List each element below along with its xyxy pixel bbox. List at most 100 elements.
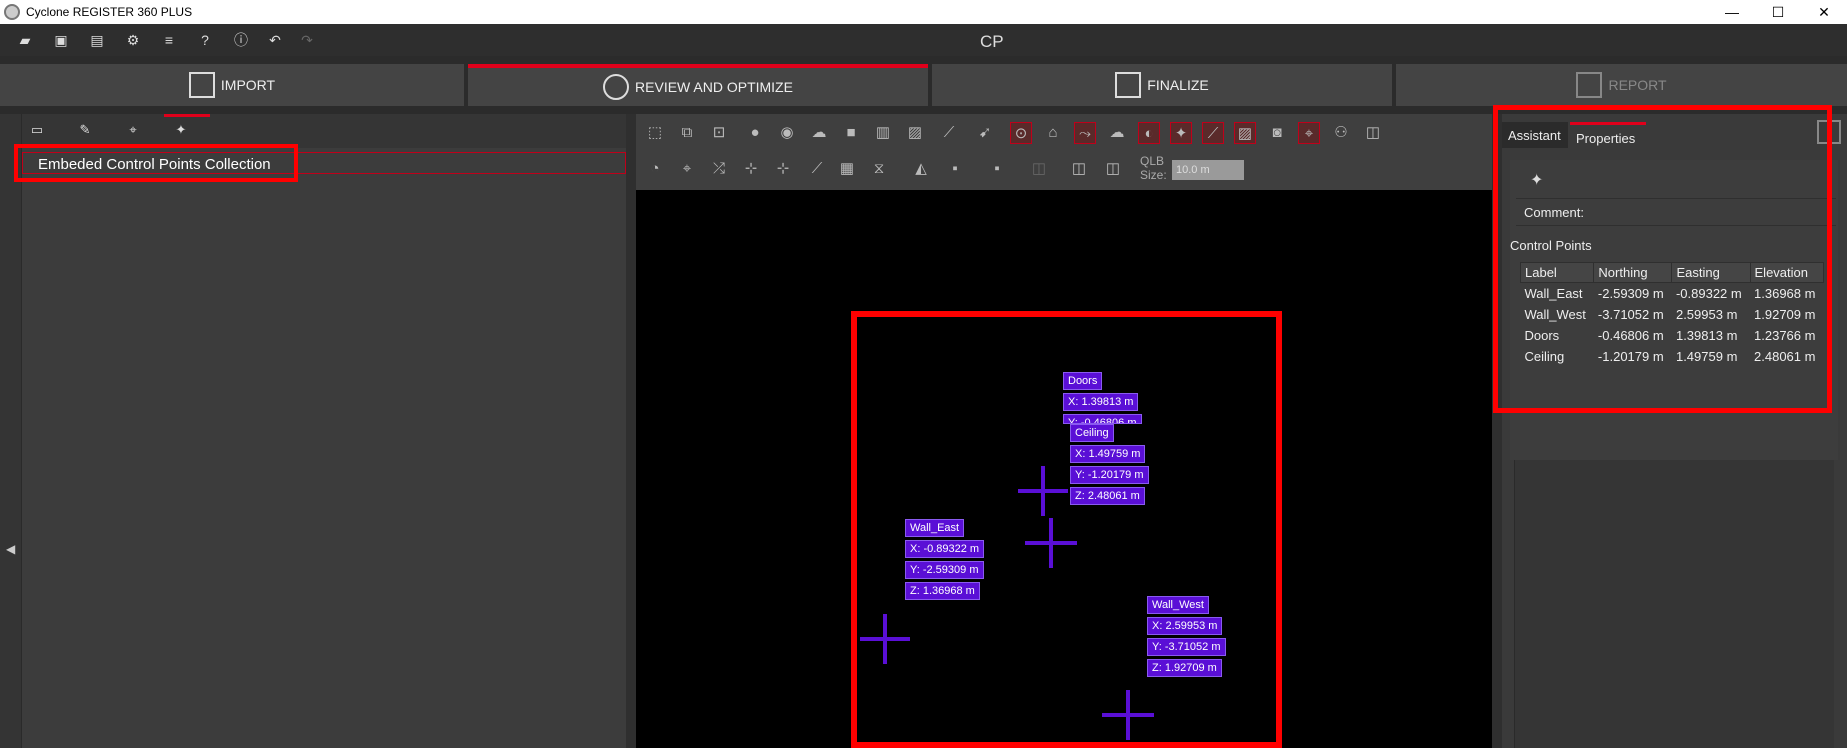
tag-wall-east-label: Wall_East [905,519,965,537]
axis-add-2-icon[interactable]: ⊹ [772,158,794,180]
tag-icon[interactable]: ⌂ [1042,122,1064,144]
settings-gear-icon[interactable]: ⚙ [124,32,142,48]
highlight-box-properties [1493,105,1832,413]
link-icon[interactable]: ⤳ [1074,122,1096,144]
pin-icon[interactable]: ⌖ [1298,122,1320,144]
people-icon[interactable]: ⚇ [1330,122,1352,144]
step-report[interactable]: REPORT [1396,64,1847,106]
properties-lower-area [1514,414,1834,748]
cloud-outline-icon[interactable]: ☁ [1106,122,1128,144]
step-finalize[interactable]: FINALIZE [932,64,1392,106]
measure-icon[interactable]: ⟋ [938,122,960,144]
tag-ceiling-z: Z: 2.48061 m [1070,487,1145,505]
info-icon[interactable]: ⓘ [232,32,250,48]
minimize-button[interactable]: — [1709,0,1755,24]
half-circle-icon[interactable]: ◐ [1138,122,1160,144]
tag-wall-west-x: X: 2.59953 m [1147,617,1223,635]
tab-explorer-icon[interactable]: ▭ [28,122,46,140]
tab-location-icon[interactable]: ⌖ [124,122,142,140]
left-panel: ◀ ▭ ✎ ⌖ ✦ Embeded Control Points Collect… [0,114,632,748]
cube-eye-icon[interactable]: ◫ [1068,158,1090,180]
help-icon[interactable]: ? [196,32,214,48]
picture-icon[interactable]: ▨ [1234,122,1256,144]
cube-disabled-icon[interactable]: ◫ [1028,158,1050,180]
box-dropdown-icon[interactable]: ▪ [944,158,966,180]
database-icon[interactable]: ≡ [160,32,178,48]
line-icon[interactable]: ⟋ [806,158,828,180]
step-review-label: REVIEW AND OPTIMIZE [635,79,793,95]
cube-m-icon[interactable]: ◫ [1102,158,1124,180]
window-title: Cyclone REGISTER 360 PLUS [26,5,193,19]
import-icon [188,72,215,98]
undo-icon[interactable]: ↶ [266,32,284,48]
snap-icon[interactable]: ⧖ [868,158,890,180]
gallery-icon[interactable]: ▦ [836,158,858,180]
open-folder-icon[interactable]: ▰ [16,32,34,48]
open-project-icon[interactable]: ▣ [52,32,70,48]
finalize-icon [1115,72,1142,98]
tag-wall-east-y: Y: -2.59309 m [905,561,984,579]
step-import-label: IMPORT [220,77,276,93]
cube-icon[interactable]: ◫ [1362,122,1384,144]
control-point-marker-wall-west[interactable] [1102,690,1154,740]
tag-doors-label: Doors [1063,372,1103,390]
camera-icon[interactable]: ◙ [1266,122,1288,144]
left-gutter: ◀ [0,114,22,748]
left-tabs: ▭ ✎ ⌖ ✦ [22,114,632,148]
fit-view-icon[interactable]: ⧉ [676,122,698,144]
step-report-label: REPORT [1608,77,1667,93]
document-title: CP [980,32,1004,51]
tag-wall-west-y: Y: -3.71052 m [1147,638,1226,656]
panorama-icon[interactable]: ▥ [872,122,894,144]
highlight-box-collection [14,144,298,182]
control-point-marker-wall-east[interactable] [860,614,910,664]
step-finalize-label: FINALIZE [1147,77,1209,93]
color-mode-icon[interactable]: ● [744,122,766,144]
panel-splitter[interactable] [626,114,636,748]
plane-icon[interactable]: ◭ [910,158,932,180]
image-icon[interactable]: ▨ [904,122,926,144]
tag-wall-west-z: Z: 1.92709 m [1147,659,1222,677]
ruler-icon[interactable]: ⟋ [1202,122,1224,144]
select-icon[interactable]: ⬚ [644,122,666,144]
review-icon [603,74,630,100]
window-controls: — ☐ ✕ [1709,0,1847,24]
sphere-icon[interactable]: ◉ [776,122,798,144]
zoom-region-icon[interactable]: ⊡ [708,122,730,144]
tab-control-points-icon[interactable]: ✦ [164,114,210,140]
library-icon[interactable]: ▤ [88,32,106,48]
shuffle-icon[interactable]: ⤮ [708,158,730,180]
pointer-icon[interactable]: ➹ [974,122,996,144]
tag-wall-east-z: Z: 1.36968 m [905,582,980,600]
tab-attachments-icon[interactable]: ✎ [76,122,94,140]
square-icon[interactable]: ■ [840,122,862,144]
location-add-icon[interactable]: ⌖ [676,158,698,180]
step-review-optimize[interactable]: REVIEW AND OPTIMIZE [468,64,928,106]
target-icon[interactable]: ⊙ [1010,122,1032,144]
tag-wall-west-label: Wall_West [1147,596,1209,614]
tag-doors-y: Y: -0.46806 m [1063,414,1142,424]
control-point-marker-doors[interactable] [1018,466,1068,516]
collapse-arrow-icon[interactable]: ◀ [6,542,15,556]
report-icon [1576,72,1603,98]
box-dropdown-2-icon[interactable]: ▪ [986,158,1008,180]
cloud-icon[interactable]: ☁ [808,122,830,144]
close-button[interactable]: ✕ [1801,0,1847,24]
app-icon [4,4,20,20]
tag-wall-east-x: X: -0.89322 m [905,540,985,558]
qlb-size-label: QLB Size: [1140,154,1167,182]
control-point-icon[interactable]: ✦ [1170,122,1192,144]
tag-ceiling-x: X: 1.49759 m [1070,445,1146,463]
tag-ceiling-y: Y: -1.20179 m [1070,466,1149,484]
qlb-size-input[interactable]: 10.0 m [1172,160,1244,180]
tag-ceiling-label: Ceiling [1070,424,1114,442]
viewport-toolbar: ⬚ ⧉ ⊡ ● ◉ ☁ ■ ▥ ▨ ⟋ ➹ ⊙ ⌂ ⤳ ☁ ◐ ✦ ⟋ ▨ ◙ … [636,114,1492,190]
axis-add-icon[interactable]: ⊹ [740,158,762,180]
pie-icon[interactable]: ◔ [644,158,666,180]
step-import[interactable]: IMPORT [0,64,464,106]
maximize-button[interactable]: ☐ [1755,0,1801,24]
main-toolbar: ▰ ▣ ▤ ⚙ ≡ ? ⓘ ↶ ↷ CP [0,24,1847,56]
tag-doors-x: X: 1.39813 m [1063,393,1139,411]
control-point-marker-ceiling[interactable] [1025,518,1077,568]
redo-icon[interactable]: ↷ [298,32,316,48]
